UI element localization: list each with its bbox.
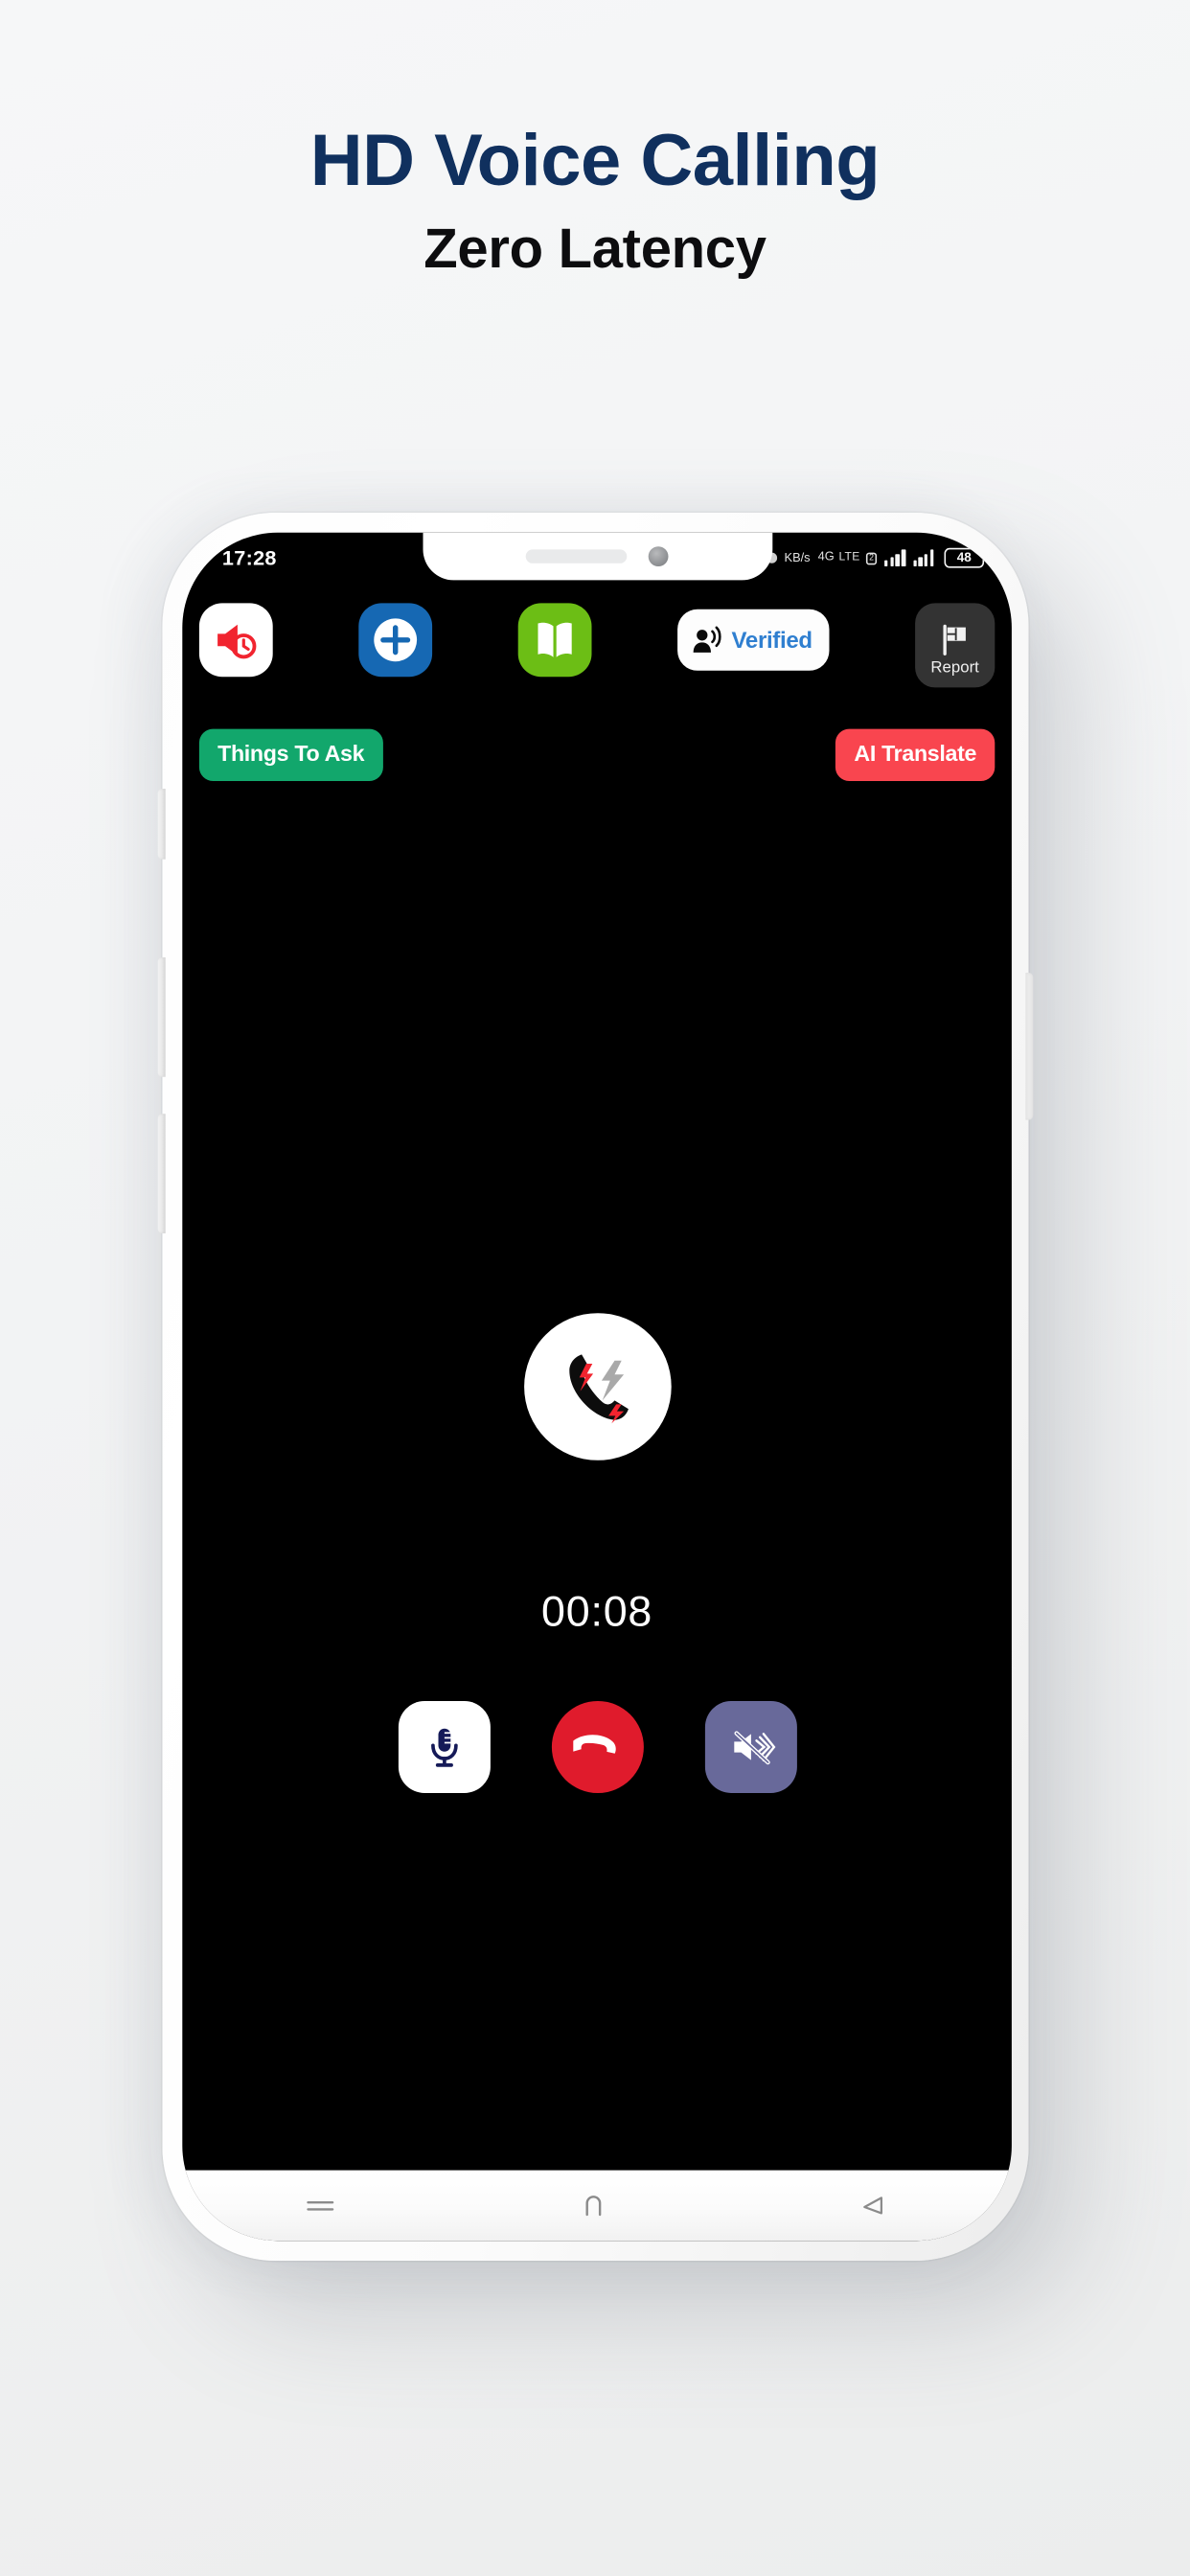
status-bar-clock: 17:28 [221, 545, 277, 569]
phone-volume-down-button[interactable] [157, 1114, 166, 1233]
microphone-icon [421, 1724, 467, 1770]
recents-lines-icon [306, 2195, 336, 2216]
earpiece-speaker [525, 549, 628, 564]
open-directory-button[interactable] [518, 603, 592, 678]
report-label: Report [930, 657, 979, 677]
phone-volume-up-button[interactable] [157, 957, 166, 1077]
phone-mute-switch[interactable] [157, 789, 166, 860]
mute-ringtone-button[interactable] [198, 603, 273, 678]
promo-headline-block: HD Voice Calling Zero Latency [0, 123, 1190, 279]
end-call-button[interactable] [551, 1701, 644, 1793]
ai-translate-button[interactable]: AI Translate [835, 728, 995, 781]
phone-mockup: 17:28 KB/s 4G LTE 2 48 Verified Report T… [89, 513, 1102, 2367]
back-button[interactable] [834, 2178, 913, 2234]
home-arch-icon [582, 2194, 612, 2219]
page-title: HD Voice Calling [309, 120, 881, 201]
avatar [523, 1313, 671, 1460]
top-action-row: Verified Report [182, 603, 1012, 688]
android-nav-bar [182, 2170, 1012, 2242]
add-call-button[interactable] [358, 603, 433, 678]
flag-icon [938, 623, 972, 656]
network-standard-label: LTE [838, 549, 860, 564]
phone-screen: 17:28 KB/s 4G LTE 2 48 Verified Report T… [182, 532, 1012, 2242]
network-rate: KB/s [785, 550, 811, 564]
speaker-muted-icon [726, 1722, 775, 1771]
mid-action-row: Things To Ask AI Translate [182, 728, 1012, 781]
things-to-ask-button[interactable]: Things To Ask [198, 728, 383, 781]
megaphone-clock-icon [213, 617, 259, 663]
network-type-label: 4G [817, 549, 835, 564]
phone-handset-lightning-icon [546, 1336, 648, 1438]
report-call-button[interactable]: Report [915, 603, 995, 688]
status-bar-indicators: KB/s 4G LTE 2 48 [766, 547, 985, 567]
signal-bars-sim2-icon [912, 548, 934, 566]
network-rate-unit: KB/s [784, 550, 811, 564]
phone-notch [422, 532, 772, 581]
verified-label: Verified [731, 627, 812, 654]
phone-hangup-icon [572, 1722, 622, 1771]
verified-badge[interactable]: Verified [677, 609, 830, 671]
mute-microphone-button[interactable] [398, 1701, 491, 1793]
signal-bars-sim1-icon [884, 548, 905, 566]
phone-power-button[interactable] [1025, 973, 1034, 1120]
home-button[interactable] [557, 2178, 636, 2234]
back-arrow-icon [858, 2194, 889, 2219]
network-type-group: 4G LTE 2 [817, 549, 878, 565]
plus-circle-icon [370, 614, 422, 666]
call-controls [182, 1701, 1012, 1793]
person-speaking-icon [692, 624, 724, 656]
call-duration: 00:08 [541, 1587, 653, 1636]
phone-body: 17:28 KB/s 4G LTE 2 48 Verified Report T… [157, 513, 1034, 2261]
page-subtitle: Zero Latency [423, 217, 767, 280]
sim-slot-badge: 2 [865, 552, 878, 565]
battery-indicator: 48 [944, 547, 985, 567]
recents-button[interactable] [281, 2178, 360, 2234]
front-camera [648, 546, 669, 566]
battery-percent-label: 48 [956, 549, 972, 565]
speaker-toggle-button[interactable] [704, 1701, 797, 1793]
open-book-icon [532, 617, 578, 663]
